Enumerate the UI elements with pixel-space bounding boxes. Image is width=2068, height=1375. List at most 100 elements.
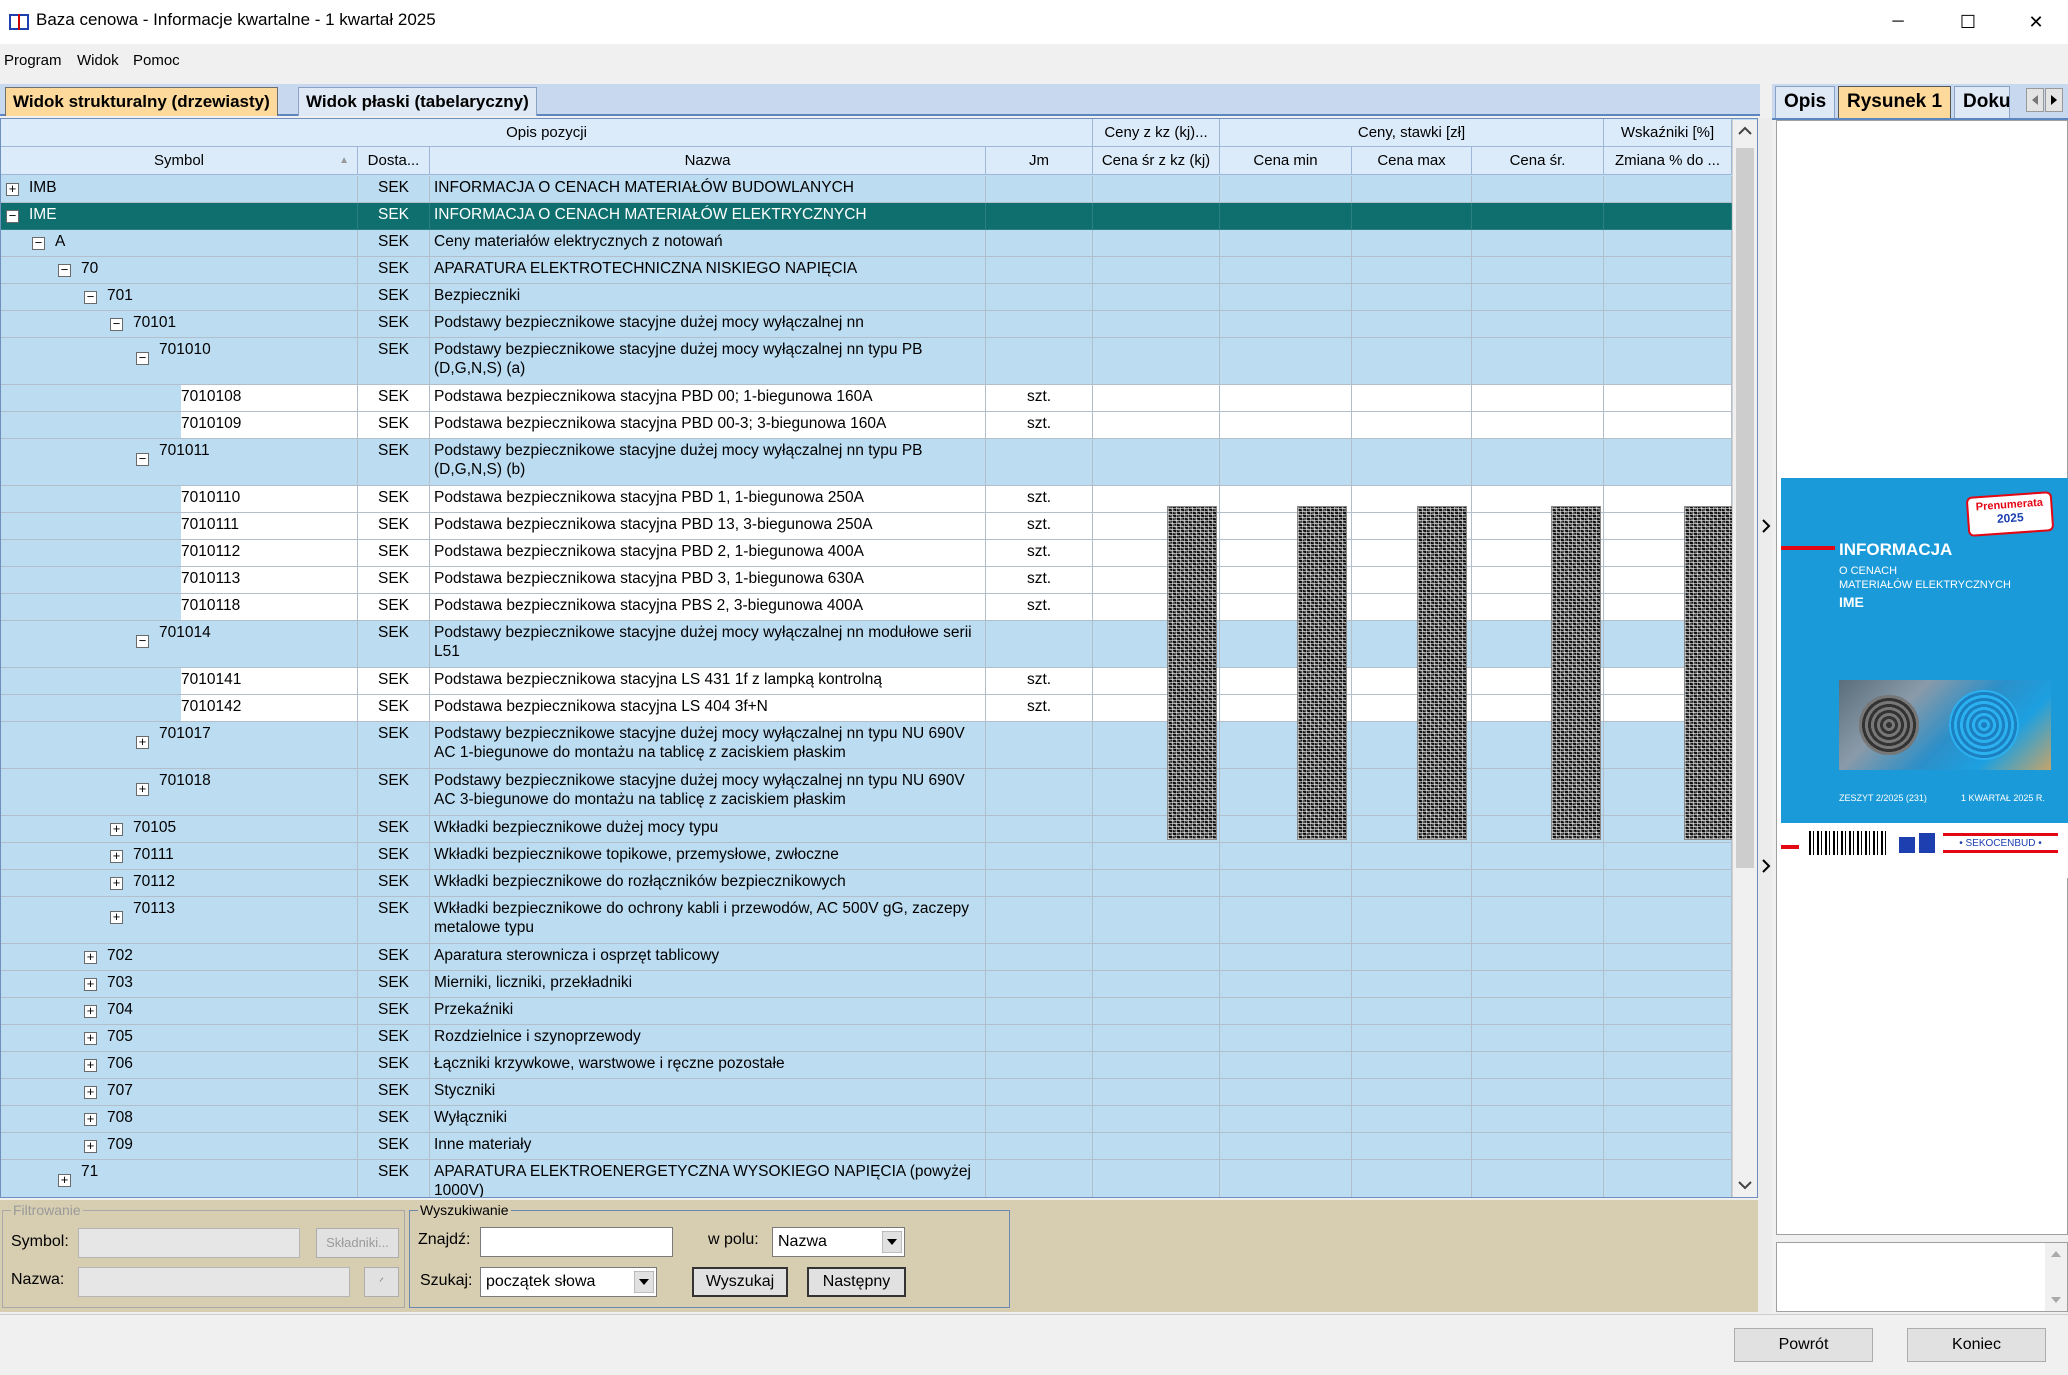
expand-icon[interactable]: +	[110, 911, 123, 924]
table-row[interactable]: 7010110 SEK Podstawa bezpiecznikowa stacyj…	[1, 486, 1732, 513]
column-header-symbol[interactable]: Symbol ▲	[1, 147, 358, 175]
table-row[interactable]: 7010142 SEK Podstawa bezpiecznikowa stacyj…	[1, 695, 1732, 722]
expand-icon[interactable]: +	[136, 736, 149, 749]
menu-pomoc[interactable]: Pomoc	[133, 52, 180, 69]
column-header-cena-kz[interactable]: Cena śr z kz (kj)	[1093, 147, 1220, 175]
column-header-dostawca[interactable]: Dosta...	[358, 147, 430, 175]
next-button[interactable]: Następny	[807, 1267, 906, 1297]
collapse-icon[interactable]: −	[6, 210, 19, 223]
column-header-cena-min[interactable]: Cena min	[1220, 147, 1352, 175]
table-row[interactable]: −70101 SEK Podstawy bezpiecznikowe stacyjn…	[1, 311, 1732, 338]
table-row[interactable]: +709 SEK Inne materiały	[1, 1133, 1732, 1160]
tab-scroll-left-button[interactable]	[2026, 88, 2044, 112]
table-row[interactable]: +702 SEK Aparatura sterownicza i osprzęt t…	[1, 944, 1732, 971]
expand-icon[interactable]: +	[84, 951, 97, 964]
table-row[interactable]: +70111 SEK Wkładki bezpiecznikowe topikowe…	[1, 843, 1732, 870]
tab-rysunek[interactable]: Rysunek 1	[1838, 86, 1952, 118]
table-row[interactable]: +701017 SEK Podstawy bezpiecznikowe stacyj…	[1, 722, 1732, 769]
tab-scroll-right-button[interactable]	[2045, 88, 2063, 112]
table-row[interactable]: + IMB SEK INFORMACJA O CENACH MATERIAŁÓW BU…	[1, 176, 1732, 203]
collapse-icon[interactable]: −	[136, 453, 149, 466]
menu-program[interactable]: Program	[4, 52, 62, 69]
filter-clear-button[interactable]: ᐟ	[364, 1267, 399, 1297]
table-row[interactable]: +708 SEK Wyłączniki	[1, 1106, 1732, 1133]
table-row[interactable]: 7010112 SEK Podstawa bezpiecznikowa stacyj…	[1, 540, 1732, 567]
panel-splitter[interactable]	[1758, 118, 1772, 1313]
expand-icon[interactable]: +	[136, 783, 149, 796]
scroll-down-icon[interactable]	[2049, 1295, 2063, 1305]
minimize-button[interactable]: ─	[1866, 0, 1930, 44]
table-row[interactable]: +704 SEK Przekaźniki	[1, 998, 1732, 1025]
filter-symbol-input[interactable]	[78, 1228, 300, 1258]
textarea-scrollbar[interactable]	[2045, 1243, 2067, 1311]
back-button[interactable]: Powrót	[1734, 1328, 1873, 1362]
expand-icon[interactable]: +	[84, 1005, 97, 1018]
chevron-down-icon[interactable]	[634, 1271, 654, 1293]
filter-nazwa-input[interactable]	[78, 1267, 350, 1297]
tab-opis[interactable]: Opis	[1775, 86, 1836, 118]
expand-icon[interactable]: +	[84, 978, 97, 991]
table-row[interactable]: +70105 SEK Wkładki bezpiecznikowe dużej mo…	[1, 816, 1732, 843]
column-header-zmiana[interactable]: Zmiana % do ...	[1604, 147, 1732, 175]
expand-icon[interactable]: +	[110, 850, 123, 863]
table-row[interactable]: −701010 SEK Podstawy bezpiecznikowe stacyj…	[1, 338, 1732, 385]
expand-icon[interactable]: +	[6, 183, 19, 196]
table-row[interactable]: 7010108 SEK Podstawa bezpiecznikowa stacyj…	[1, 385, 1732, 412]
expand-icon[interactable]: +	[84, 1113, 97, 1126]
chevron-right-icon[interactable]	[1761, 858, 1771, 874]
expand-icon[interactable]: +	[110, 877, 123, 890]
table-row[interactable]: +703 SEK Mierniki, liczniki, przekładniki	[1, 971, 1732, 998]
search-field-select[interactable]: Nazwa	[772, 1227, 905, 1257]
table-row[interactable]: − A SEK Ceny materiałów elektrycznych z not…	[1, 230, 1732, 257]
search-mode-select[interactable]: początek słowa	[480, 1267, 657, 1297]
table-row[interactable]: +706 SEK Łączniki krzywkowe, warstwowe i r…	[1, 1052, 1732, 1079]
search-find-input[interactable]	[480, 1227, 673, 1257]
tab-flat-view[interactable]: Widok płaski (tabelaryczny)	[298, 87, 537, 116]
search-button[interactable]: Wyszukaj	[692, 1267, 788, 1297]
table-row[interactable]: 7010113 SEK Podstawa bezpiecznikowa stacyj…	[1, 567, 1732, 594]
expand-icon[interactable]: +	[110, 823, 123, 836]
chevron-right-icon[interactable]	[1761, 518, 1771, 534]
scroll-up-icon[interactable]	[1738, 126, 1752, 136]
column-header-jm[interactable]: Jm	[986, 147, 1093, 175]
chevron-down-icon[interactable]	[882, 1231, 902, 1253]
table-row[interactable]: −701 SEK Bezpieczniki	[1, 284, 1732, 311]
tab-dokument[interactable]: Doku	[1954, 86, 2010, 118]
collapse-icon[interactable]: −	[136, 635, 149, 648]
menu-widok[interactable]: Widok	[77, 52, 119, 69]
column-header-nazwa[interactable]: Nazwa	[430, 147, 986, 175]
expand-icon[interactable]: +	[84, 1032, 97, 1045]
collapse-icon[interactable]: −	[58, 264, 71, 277]
grid-vertical-scrollbar[interactable]	[1732, 120, 1757, 1197]
collapse-icon[interactable]: −	[84, 291, 97, 304]
scroll-up-icon[interactable]	[2049, 1249, 2063, 1259]
table-row[interactable]: − IME SEK INFORMACJA O CENACH MATERIAŁÓW EL…	[1, 203, 1732, 230]
table-row[interactable]: 7010118 SEK Podstawa bezpiecznikowa stacyj…	[1, 594, 1732, 621]
table-row[interactable]: +70112 SEK Wkładki bezpiecznikowe do rozłą…	[1, 870, 1732, 897]
table-row[interactable]: 7010111 SEK Podstawa bezpiecznikowa stacyj…	[1, 513, 1732, 540]
description-textarea[interactable]	[1776, 1242, 2068, 1312]
table-row[interactable]: +707 SEK Styczniki	[1, 1079, 1732, 1106]
maximize-button[interactable]: ☐	[1936, 0, 2000, 44]
expand-icon[interactable]: +	[84, 1059, 97, 1072]
scrollbar-thumb[interactable]	[1736, 148, 1754, 868]
close-button[interactable]: ✕	[2004, 0, 2068, 44]
collapse-icon[interactable]: −	[110, 318, 123, 331]
table-row[interactable]: +71 SEK APARATURA ELEKTROENERGETYCZNA WYSO…	[1, 1160, 1732, 1197]
table-row[interactable]: +70113 SEK Wkładki bezpiecznikowe do ochro…	[1, 897, 1732, 944]
collapse-icon[interactable]: −	[32, 237, 45, 250]
table-row[interactable]: −701014 SEK Podstawy bezpiecznikowe stacyj…	[1, 621, 1732, 668]
skladniki-button[interactable]: Składniki...	[316, 1228, 399, 1258]
table-row[interactable]: −701011 SEK Podstawy bezpiecznikowe stacyj…	[1, 439, 1732, 486]
table-row[interactable]: −70 SEK APARATURA ELEKTROTECHNICZNA NISKIE…	[1, 257, 1732, 284]
table-row[interactable]: +701018 SEK Podstawy bezpiecznikowe stacyj…	[1, 769, 1732, 816]
scroll-down-icon[interactable]	[1738, 1180, 1752, 1190]
tab-structural-view[interactable]: Widok strukturalny (drzewiasty)	[5, 87, 278, 116]
expand-icon[interactable]: +	[58, 1174, 71, 1187]
table-row[interactable]: 7010109 SEK Podstawa bezpiecznikowa stacyj…	[1, 412, 1732, 439]
column-header-cena-max[interactable]: Cena max	[1352, 147, 1472, 175]
table-row[interactable]: +705 SEK Rozdzielnice i szynoprzewody	[1, 1025, 1732, 1052]
table-row[interactable]: 7010141 SEK Podstawa bezpiecznikowa stacyj…	[1, 668, 1732, 695]
expand-icon[interactable]: +	[84, 1140, 97, 1153]
collapse-icon[interactable]: −	[136, 352, 149, 365]
